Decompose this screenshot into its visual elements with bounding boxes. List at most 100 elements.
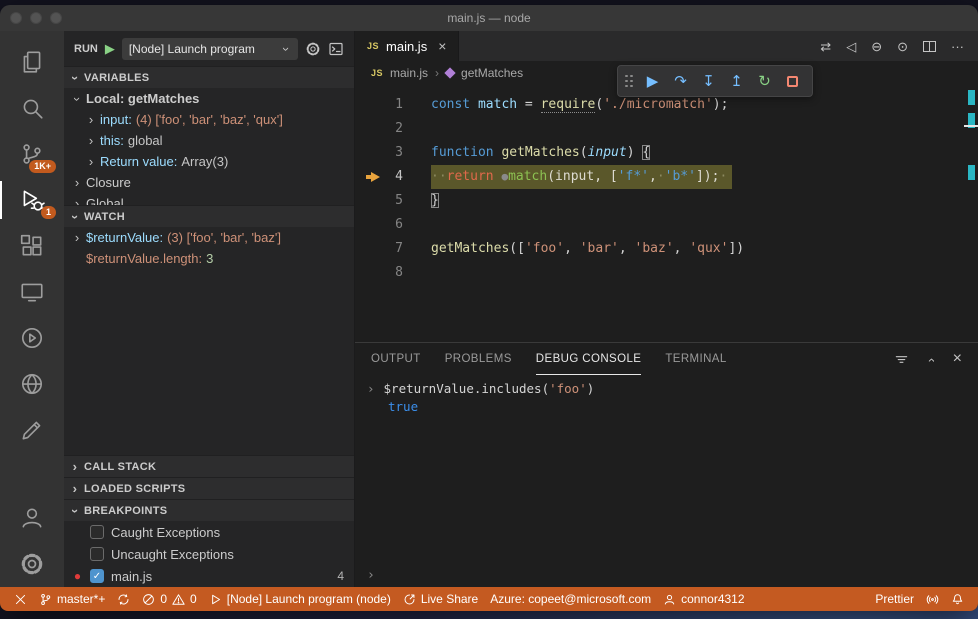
debug-console-output[interactable]: › $returnValue.includes('foo') true (355, 375, 978, 563)
sidebar-item-search[interactable] (0, 85, 64, 131)
azure-account-status[interactable]: Azure: copeet@microsoft.com (484, 587, 657, 611)
breakpoint-row[interactable]: Caught Exceptions (64, 521, 354, 543)
breakpoint-row[interactable]: Uncaught Exceptions (64, 543, 354, 565)
continue-button[interactable]: ▶ (640, 69, 665, 94)
watch-section-header[interactable]: › WATCH (64, 205, 354, 227)
sidebar-item-remote-explorer[interactable] (0, 269, 64, 315)
call-stack-section-header[interactable]: › CALL STACK (64, 455, 354, 477)
watch-row[interactable]: › $returnValue: (3) ['foo', 'bar', 'baz'] (64, 227, 354, 248)
restart-button[interactable]: ↻ (752, 69, 777, 94)
variable-row[interactable]: › Return value: Array(3) (64, 151, 354, 172)
github-account-status[interactable]: connor4312 (657, 587, 750, 611)
loaded-scripts-section-header[interactable]: › LOADED SCRIPTS (64, 477, 354, 499)
breadcrumb-file[interactable]: main.js (390, 66, 428, 80)
zoom-window-button[interactable] (50, 12, 62, 24)
panel-tab-problems[interactable]: PROBLEMS (445, 343, 512, 375)
variable-row[interactable]: › this: global (64, 130, 354, 151)
variable-row[interactable]: › Global (64, 193, 354, 205)
swap-icon[interactable]: ⇄ (820, 40, 831, 53)
collapse-panel-icon[interactable]: › (923, 355, 938, 365)
problems-status[interactable]: 0 0 (136, 587, 202, 611)
code-token: ( (547, 169, 556, 184)
variable-row[interactable]: › input: (4) ['foo', 'bar', 'baz', 'qux'] (64, 109, 354, 130)
breadcrumb-symbol[interactable]: getMatches (461, 66, 523, 80)
close-window-button[interactable] (10, 12, 22, 24)
step-out-button[interactable]: ↥ (724, 69, 749, 94)
variables-section-header[interactable]: › VARIABLES (64, 66, 354, 88)
gutter[interactable]: 1 (355, 93, 403, 117)
close-panel-icon[interactable]: × (953, 351, 962, 367)
filter-icon[interactable] (894, 352, 909, 367)
breakpoint-count: 4 (337, 569, 344, 583)
notifications-status[interactable] (945, 587, 970, 611)
console-input-row: › $returnValue.includes('foo') (355, 379, 978, 398)
drag-handle-icon[interactable] (625, 74, 633, 88)
debug-console-input[interactable]: › (355, 563, 978, 587)
dash-circle-icon[interactable]: ⊖ (871, 40, 882, 53)
panel-tab-terminal[interactable]: TERMINAL (665, 343, 726, 375)
code-token: 'bar' (579, 241, 619, 256)
panel-tab-output[interactable]: OUTPUT (371, 343, 421, 375)
more-actions-icon[interactable]: ··· (951, 40, 964, 53)
debug-target-status[interactable]: [Node] Launch program (node) (203, 587, 397, 611)
close-tab-icon[interactable]: × (438, 38, 446, 54)
sidebar-item-live-share[interactable] (0, 361, 64, 407)
gutter[interactable]: 4 (355, 165, 403, 189)
gutter[interactable]: 3 (355, 141, 403, 165)
feedback-status[interactable] (920, 587, 945, 611)
sidebar-item-run-debug[interactable]: 1 (0, 177, 64, 223)
gutter[interactable]: 5 (355, 189, 403, 213)
panel-tab-debug-console[interactable]: DEBUG CONSOLE (535, 343, 642, 375)
scm-badge: 1K+ (29, 160, 56, 173)
step-over-button[interactable]: ↷ (668, 69, 693, 94)
stop-button[interactable] (780, 69, 805, 94)
chevron-icon: › (74, 230, 80, 245)
breakpoint-label: Uncaught Exceptions (111, 546, 234, 562)
overview-ruler[interactable] (964, 85, 978, 342)
breakpoint-checkbox[interactable] (90, 525, 104, 539)
code-token: · (719, 169, 728, 184)
code-editor[interactable]: 1 const match = require ('./micromatch'); 2… (355, 85, 978, 342)
breakpoints-list: Caught Exceptions Uncaught Exceptions ● ✓ ma… (64, 521, 354, 587)
gutter[interactable]: 7 (355, 237, 403, 261)
sidebar-item-explorer[interactable] (0, 39, 64, 85)
sidebar-item-github[interactable] (0, 407, 64, 453)
gutter[interactable]: 2 (355, 117, 403, 141)
sidebar-item-source-control[interactable]: 1K+ (0, 131, 64, 177)
configure-gear-button[interactable] (305, 41, 321, 57)
manage-button[interactable] (0, 541, 64, 587)
accounts-button[interactable] (0, 495, 64, 541)
loaded-scripts-header-label: LOADED SCRIPTS (84, 482, 186, 495)
titlebar[interactable]: main.js — node (0, 5, 978, 31)
gutter[interactable]: 8 (355, 261, 403, 285)
remote-icon (14, 593, 27, 606)
breakpoint-row[interactable]: ● ✓ main.js 4 (64, 565, 354, 587)
line-number: 5 (395, 193, 403, 208)
split-editor-icon[interactable] (923, 40, 936, 52)
live-share-status[interactable]: Live Share (397, 587, 484, 611)
breakpoint-checkbox[interactable]: ✓ (90, 569, 104, 583)
watch-row[interactable]: ›$returnValue.length: 3 (64, 248, 354, 269)
bell-icon (951, 593, 964, 606)
variable-value: 3 (206, 251, 214, 266)
back-icon[interactable]: ◁ (846, 40, 856, 53)
launch-config-dropdown[interactable]: [Node] Launch program › (121, 37, 298, 60)
remote-indicator[interactable] (8, 587, 33, 611)
breakpoints-section-header[interactable]: › BREAKPOINTS (64, 499, 354, 521)
tab-main-js[interactable]: JS main.js × (355, 31, 460, 61)
variable-row[interactable]: › Local: getMatches (64, 88, 354, 109)
gutter[interactable]: 6 (355, 213, 403, 237)
step-into-button[interactable]: ↧ (696, 69, 721, 94)
minimize-window-button[interactable] (30, 12, 42, 24)
sync-status[interactable] (111, 587, 136, 611)
dot-circle-icon[interactable]: ⊙ (897, 40, 908, 53)
code-token: match (477, 97, 518, 112)
formatter-status[interactable]: Prettier (869, 587, 920, 611)
start-debugging-button[interactable]: ▶ (105, 41, 115, 57)
open-debug-console-button[interactable] (328, 41, 344, 57)
sidebar-item-extensions[interactable] (0, 223, 64, 269)
git-branch-status[interactable]: master*+ (33, 587, 111, 611)
breakpoint-checkbox[interactable] (90, 547, 104, 561)
variable-row[interactable]: › Closure (64, 172, 354, 193)
sidebar-item-test-explorer[interactable] (0, 315, 64, 361)
